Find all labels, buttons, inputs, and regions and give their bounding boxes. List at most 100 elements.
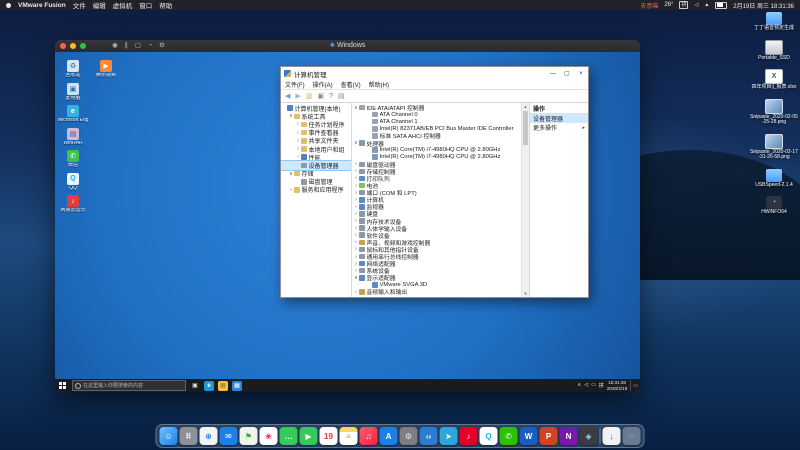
- dock-item[interactable]: ⚑: [240, 427, 258, 445]
- windows-desktop-icon[interactable]: ♪ 网易云音乐: [59, 195, 87, 214]
- menubar-menu-item[interactable]: 窗口: [139, 0, 152, 10]
- apple-logo-icon[interactable]: [6, 3, 11, 8]
- mac-desktop-icon[interactable]: X 四年项目汇报表.xlsx: [750, 69, 798, 91]
- device-tree-node[interactable]: ATA Channel 0: [353, 111, 521, 118]
- taskbar-clock[interactable]: 15:31:26 2020/2/19: [607, 380, 627, 390]
- mac-desktop-icon[interactable]: Snipaste_2020-02-17-31-26-58.png: [750, 134, 798, 161]
- battery-icon[interactable]: [715, 2, 727, 9]
- cm-menu-item[interactable]: 操作(A): [313, 80, 333, 89]
- actions-device-manager[interactable]: 设备管理器: [530, 114, 588, 123]
- dock-item[interactable]: ⠿: [180, 427, 198, 445]
- windows-desktop-icon[interactable]: ♻ 回收站: [59, 60, 87, 79]
- dock-item[interactable]: ♫: [360, 427, 378, 445]
- menubar-weather[interactable]: 26°: [664, 2, 673, 8]
- tray-icon[interactable]: ▭: [591, 382, 596, 389]
- taskbar-app-button[interactable]: ▣: [188, 379, 202, 392]
- mac-desktop-icon[interactable]: ◔ HWiNFO64: [750, 196, 798, 216]
- vm-toolbar-button[interactable]: ∥: [125, 40, 128, 52]
- cm-titlebar[interactable]: 计算机管理 —▢×: [281, 67, 588, 80]
- cm-menu-item[interactable]: 查看(V): [341, 80, 361, 89]
- dock-item[interactable]: ❀: [260, 427, 278, 445]
- vm-toolbar-button[interactable]: ⚙: [159, 40, 165, 52]
- mac-desktop-icon[interactable]: Snipaste_2020-02-05-25-28.png: [750, 99, 798, 126]
- dock-item[interactable]: ➤: [440, 427, 458, 445]
- mmc-toolbar-button[interactable]: ▣: [317, 93, 324, 100]
- dock-item[interactable]: ⊕: [200, 427, 218, 445]
- mmc-toolbar-button[interactable]: ▥: [306, 93, 313, 100]
- dock-item[interactable]: W: [520, 427, 538, 445]
- action-center-icon[interactable]: ▭: [630, 380, 638, 391]
- vmware-titlebar[interactable]: ◉∥▢◔⚙ ❖Windows: [55, 40, 640, 52]
- dock-item[interactable]: ⚙: [400, 427, 418, 445]
- mmc-toolbar-button[interactable]: ?: [329, 93, 333, 100]
- console-tree-node[interactable]: 设备管理器: [281, 161, 351, 169]
- window-control-button[interactable]: —: [546, 67, 560, 80]
- device-tree-node[interactable]: ATA Channel 1: [353, 118, 521, 125]
- more-actions[interactable]: 更多操作 ▸: [530, 123, 588, 132]
- dock-item[interactable]: [600, 428, 601, 444]
- mac-desktop-icon[interactable]: USBSpeed-2.1.4: [750, 169, 798, 189]
- windows-desktop-icon[interactable]: e Microsoft Edge: [59, 105, 87, 124]
- menubar-menu-item[interactable]: 文件: [73, 0, 86, 10]
- taskbar-search-input[interactable]: 在这里输入你要搜索的内容: [72, 380, 186, 391]
- mmc-toolbar-button[interactable]: ▤: [338, 93, 345, 100]
- dock-item[interactable]: N: [560, 427, 578, 445]
- dock-item[interactable]: …: [280, 427, 298, 445]
- mmc-toolbar-button[interactable]: ▶: [295, 93, 300, 100]
- dock-item[interactable]: ✉: [220, 427, 238, 445]
- windows-desktop-icon[interactable]: ▤ WinRAR: [59, 128, 87, 147]
- windows-desktop-icon[interactable]: ▣ 此电脑: [59, 83, 87, 102]
- start-button[interactable]: [55, 379, 70, 392]
- device-tree-node[interactable]: › 监视器: [353, 203, 521, 210]
- dock-item[interactable]: ◈: [580, 427, 598, 445]
- device-tree-node[interactable]: ∨ 显示适配器: [353, 274, 521, 281]
- tray-icon[interactable]: ◁: [584, 382, 588, 389]
- device-tree-node[interactable]: Intel(R) Core(TM) i7-4980HQ CPU @ 2.80GH…: [353, 147, 521, 154]
- taskbar-app-button[interactable]: e: [202, 379, 216, 392]
- scrollbar-thumb[interactable]: [523, 111, 528, 145]
- volume-icon[interactable]: ◁: [694, 2, 698, 8]
- device-tree-node[interactable]: ∨ IDE ATA/ATAPI 控制器: [353, 104, 521, 111]
- device-tree-node[interactable]: ∨ 处理器: [353, 139, 521, 146]
- input-method-icon[interactable]: 拼: [679, 1, 688, 9]
- window-control-button[interactable]: ×: [574, 67, 588, 80]
- scroll-down-icon[interactable]: ▼: [522, 290, 529, 297]
- dock-item[interactable]: ▶: [300, 427, 318, 445]
- menubar-menu-item[interactable]: 编辑: [93, 0, 106, 10]
- window-control-button[interactable]: ▢: [560, 67, 574, 80]
- dock-item[interactable]: ↓: [603, 427, 621, 445]
- dock-item[interactable]: ✆: [500, 427, 518, 445]
- menubar-clock[interactable]: 2月19日 周三 18:31:36: [733, 1, 794, 10]
- dock-item[interactable]: A: [380, 427, 398, 445]
- vm-toolbar-button[interactable]: ◔: [148, 40, 152, 52]
- menubar-now-playing-text[interactable]: 天意喵: [640, 1, 658, 10]
- dock-item[interactable]: ☺: [160, 427, 178, 445]
- mac-desktop-icon[interactable]: 丁丁语音预定生成: [750, 12, 798, 32]
- cm-menu-item[interactable]: 帮助(H): [369, 80, 389, 89]
- console-tree-node[interactable]: › 服务和应用程序: [281, 186, 351, 194]
- menubar-menu-item[interactable]: 虚拟机: [113, 0, 133, 10]
- menubar-app-name[interactable]: VMware Fusion: [18, 2, 66, 9]
- taskbar-app-button[interactable]: ▤: [216, 379, 230, 392]
- device-tree-node[interactable]: › 音频输入和输出: [353, 288, 521, 295]
- dock-item[interactable]: Q: [480, 427, 498, 445]
- taskbar-app-button[interactable]: ▦: [230, 379, 244, 392]
- menubar-menu-item[interactable]: 帮助: [159, 0, 172, 10]
- dock-item[interactable]: ♪: [460, 427, 478, 445]
- tray-icon[interactable]: 拼: [599, 382, 604, 389]
- dock-item[interactable]: ≡: [340, 427, 358, 445]
- dock-item[interactable]: ◌: [623, 427, 641, 445]
- vm-toolbar-button[interactable]: ▢: [135, 40, 141, 52]
- mmc-toolbar-button[interactable]: ◀: [285, 93, 290, 100]
- device-tree-node[interactable]: › 打印队列: [353, 175, 521, 182]
- windows-desktop-icon[interactable]: ✆ 微信: [59, 150, 87, 169]
- wifi-icon[interactable]: ▲: [704, 2, 709, 8]
- scroll-up-icon[interactable]: ▲: [522, 103, 529, 110]
- vertical-scrollbar[interactable]: ▲ ▼: [521, 103, 529, 297]
- vm-toolbar-button[interactable]: ◉: [112, 40, 118, 52]
- windows-desktop-icon[interactable]: ▶ 腾讯视频: [92, 60, 120, 79]
- mac-desktop-icon[interactable]: Portable_SSD: [750, 40, 798, 62]
- dock-item[interactable]: 19: [320, 427, 338, 445]
- windows-desktop-icon[interactable]: Q QQ: [59, 173, 87, 192]
- tray-icon[interactable]: ∧: [578, 382, 582, 389]
